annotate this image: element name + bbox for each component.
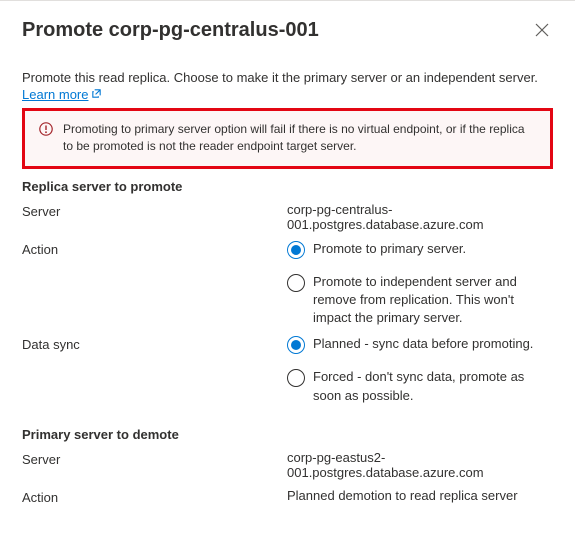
data-sync-radio-group: Planned - sync data before promoting. Fo…	[287, 335, 553, 404]
learn-more-link[interactable]: Learn more	[22, 87, 102, 102]
radio-icon	[287, 336, 305, 354]
error-icon	[39, 122, 53, 139]
radio-label: Forced - don't sync data, promote as soo…	[313, 368, 553, 404]
close-icon	[535, 25, 549, 40]
alert-text: Promoting to primary server option will …	[63, 121, 536, 156]
replica-action-label: Action	[22, 240, 287, 257]
radio-icon	[287, 241, 305, 259]
data-sync-label: Data sync	[22, 335, 287, 352]
close-button[interactable]	[531, 19, 553, 44]
panel-title: Promote corp-pg-centralus-001	[22, 19, 319, 42]
intro-text: Promote this read replica. Choose to mak…	[22, 70, 553, 85]
radio-promote-primary[interactable]: Promote to primary server.	[287, 240, 553, 259]
radio-icon	[287, 369, 305, 387]
primary-server-label: Server	[22, 450, 287, 467]
radio-icon	[287, 274, 305, 292]
radio-label: Planned - sync data before promoting.	[313, 335, 533, 353]
radio-promote-independent[interactable]: Promote to independent server and remove…	[287, 273, 553, 328]
warning-alert: Promoting to primary server option will …	[22, 108, 553, 169]
action-radio-group: Promote to primary server. Promote to in…	[287, 240, 553, 328]
replica-server-label: Server	[22, 202, 287, 219]
replica-action-row: Action Promote to primary server. Promot…	[22, 240, 553, 328]
replica-section-title: Replica server to promote	[22, 179, 553, 194]
primary-action-value: Planned demotion to read replica server	[287, 488, 553, 503]
primary-section-title: Primary server to demote	[22, 427, 553, 442]
learn-more-label: Learn more	[22, 87, 88, 102]
radio-label: Promote to independent server and remove…	[313, 273, 553, 328]
primary-server-row: Server corp-pg-eastus2-001.postgres.data…	[22, 450, 553, 480]
radio-sync-forced[interactable]: Forced - don't sync data, promote as soo…	[287, 368, 553, 404]
panel-header: Promote corp-pg-centralus-001	[22, 19, 553, 44]
replica-server-value: corp-pg-centralus-001.postgres.database.…	[287, 202, 553, 232]
primary-action-label: Action	[22, 488, 287, 505]
data-sync-row: Data sync Planned - sync data before pro…	[22, 335, 553, 404]
primary-server-value: corp-pg-eastus2-001.postgres.database.az…	[287, 450, 553, 480]
radio-sync-planned[interactable]: Planned - sync data before promoting.	[287, 335, 553, 354]
external-link-icon	[91, 87, 102, 102]
replica-server-row: Server corp-pg-centralus-001.postgres.da…	[22, 202, 553, 232]
promote-panel: Promote corp-pg-centralus-001 Promote th…	[0, 1, 575, 531]
primary-action-row: Action Planned demotion to read replica …	[22, 488, 553, 505]
radio-label: Promote to primary server.	[313, 240, 466, 258]
